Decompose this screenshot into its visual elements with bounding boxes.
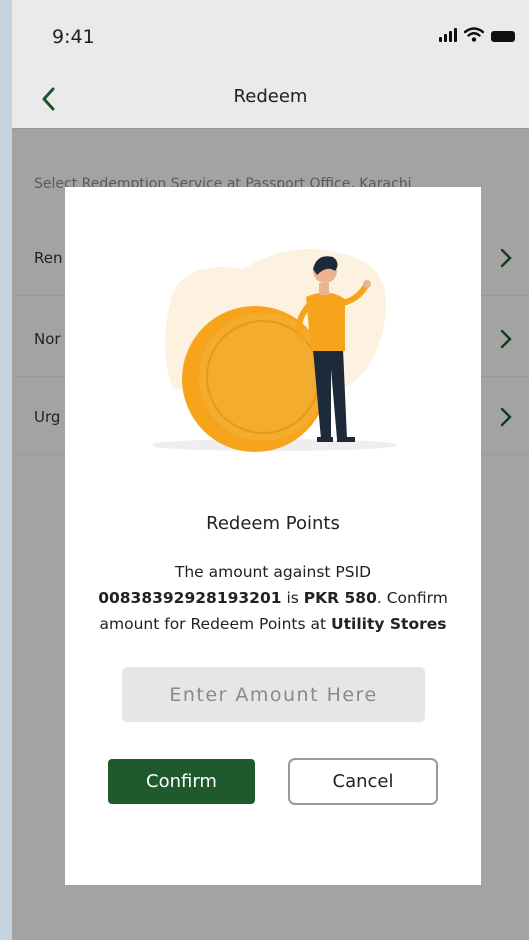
store-name: Utility Stores	[331, 615, 447, 633]
cancel-button[interactable]: Cancel	[288, 758, 438, 805]
confirm-button[interactable]: Confirm	[108, 759, 255, 804]
coin-person-illustration	[153, 249, 398, 452]
redeem-points-dialog: Redeem Points The amount against PSID 00…	[65, 187, 481, 885]
message-is: is	[286, 589, 299, 607]
overlay-top	[12, 0, 529, 128]
dialog-title: Redeem Points	[206, 513, 340, 534]
message-prefix: The amount against PSID	[174, 563, 372, 581]
amount-input[interactable]	[122, 667, 425, 722]
amount-value: PKR 580	[303, 589, 377, 607]
psid-value: 00838392928193201	[98, 589, 282, 607]
dialog-message: The amount against PSID 0083839292819320…	[81, 559, 465, 637]
